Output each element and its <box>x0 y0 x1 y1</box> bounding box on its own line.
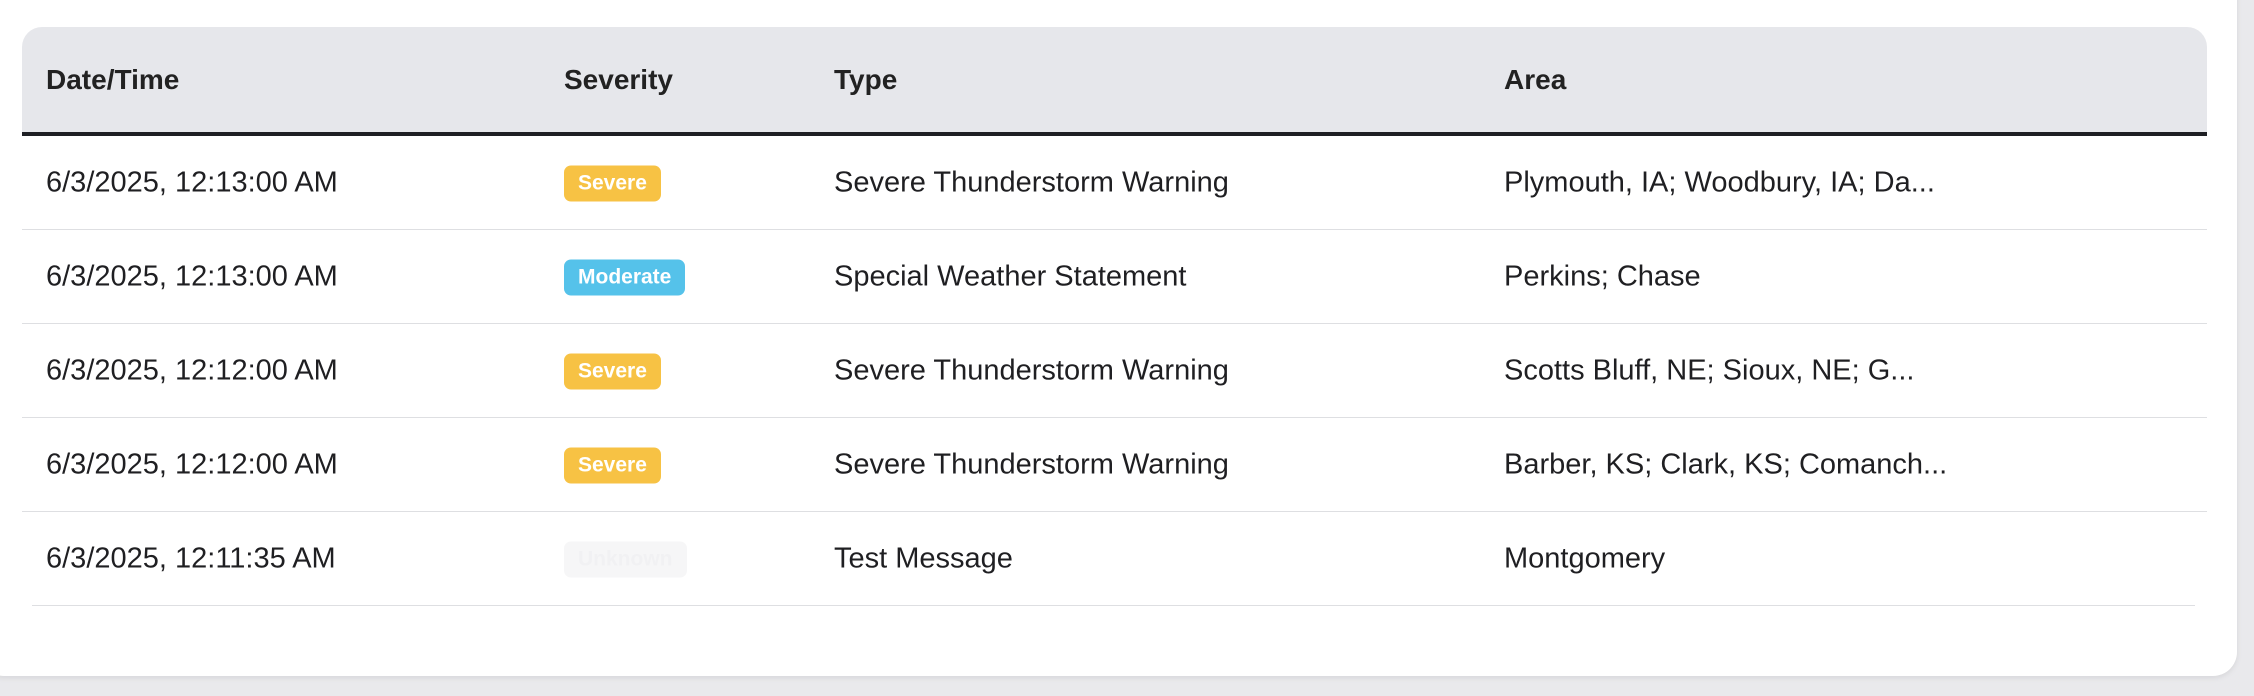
cell-datetime: 6/3/2025, 12:12:00 AM <box>46 448 338 480</box>
table-row[interactable]: 6/3/2025, 12:13:00 AM Moderate Special W… <box>22 230 2207 324</box>
cell-datetime: 6/3/2025, 12:13:00 AM <box>46 260 338 292</box>
severity-badge: Unknown <box>564 541 687 578</box>
severity-badge: Moderate <box>564 259 686 295</box>
cell-type: Severe Thunderstorm Warning <box>834 448 1229 480</box>
row-divider <box>32 604 2195 606</box>
severity-badge: Severe <box>564 353 661 389</box>
column-header-severity[interactable]: Severity <box>564 64 673 96</box>
table-row[interactable]: 6/3/2025, 12:12:00 AM Severe Severe Thun… <box>22 324 2207 418</box>
cell-severity: Severe <box>564 164 661 201</box>
table-row[interactable]: 6/3/2025, 12:13:00 AM Severe Severe Thun… <box>22 136 2207 230</box>
cell-area: Perkins; Chase <box>1504 260 1701 292</box>
severity-badge: Severe <box>564 447 661 483</box>
cell-area: Scotts Bluff, NE; Sioux, NE; G... <box>1504 354 1915 386</box>
cell-severity: Unknown <box>564 541 687 578</box>
cell-severity: Severe <box>564 352 661 389</box>
alerts-table: Date/Time Severity Type Area 6/3/2025, 1… <box>22 27 2207 606</box>
cell-area: Montgomery <box>1504 542 1666 575</box>
cell-type: Severe Thunderstorm Warning <box>834 354 1229 386</box>
column-header-area[interactable]: Area <box>1504 64 1566 96</box>
cell-type: Special Weather Statement <box>834 260 1187 292</box>
cell-severity: Moderate <box>564 258 686 295</box>
cell-type: Severe Thunderstorm Warning <box>834 166 1229 198</box>
cell-severity: Severe <box>564 446 661 483</box>
cell-datetime: 6/3/2025, 12:12:00 AM <box>46 354 338 386</box>
column-header-datetime[interactable]: Date/Time <box>46 64 179 96</box>
table-row[interactable]: 6/3/2025, 12:11:35 AM Unknown Test Messa… <box>22 512 2207 606</box>
column-header-type[interactable]: Type <box>834 64 897 96</box>
severity-badge: Severe <box>564 165 661 201</box>
cell-type: Test Message <box>834 542 1013 575</box>
table-header: Date/Time Severity Type Area <box>22 27 2207 136</box>
table-row[interactable]: 6/3/2025, 12:12:00 AM Severe Severe Thun… <box>22 418 2207 512</box>
cell-area: Barber, KS; Clark, KS; Comanch... <box>1504 448 1948 480</box>
cell-datetime: 6/3/2025, 12:11:35 AM <box>46 542 336 575</box>
cell-datetime: 6/3/2025, 12:13:00 AM <box>46 166 338 198</box>
cell-area: Plymouth, IA; Woodbury, IA; Da... <box>1504 166 1935 198</box>
